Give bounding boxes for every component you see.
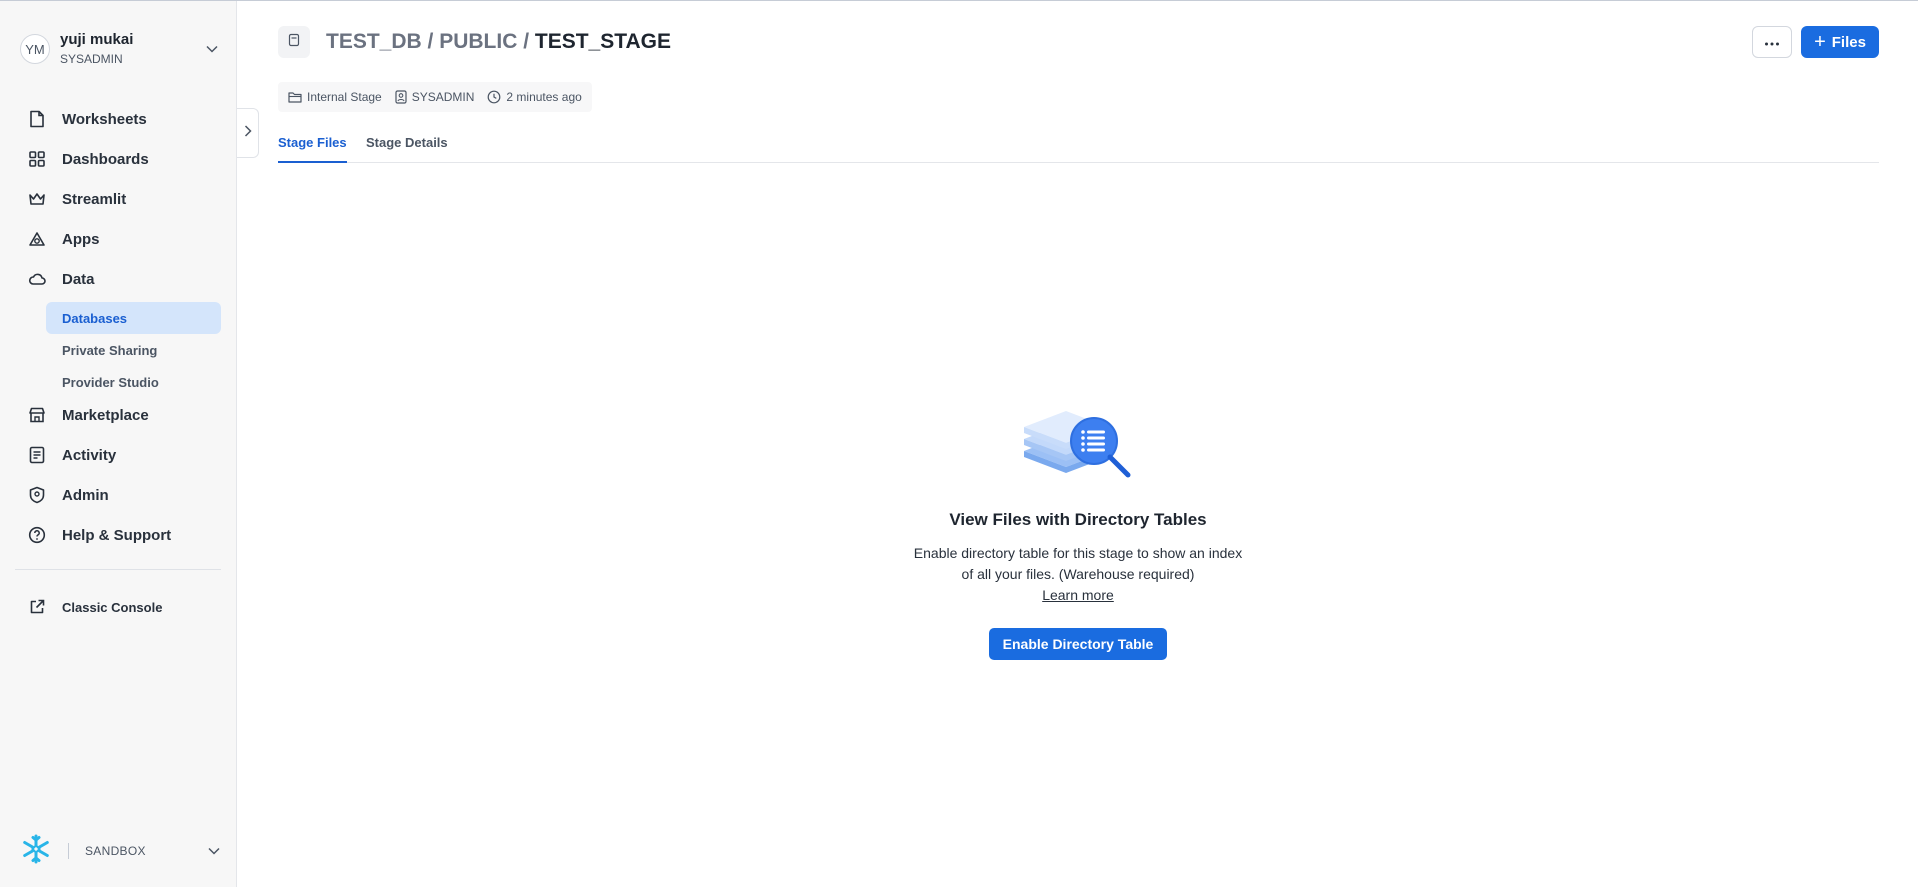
breadcrumb-separator: / — [421, 30, 440, 53]
directory-search-illustration-icon — [1020, 405, 1136, 486]
activity-icon — [28, 446, 46, 464]
store-icon — [28, 406, 46, 424]
user-role: SYSADMIN — [60, 52, 123, 66]
nav-item-streamlit[interactable]: Streamlit — [28, 187, 126, 211]
sidebar-item-provider-studio[interactable]: Provider Studio — [46, 366, 221, 398]
nav-label: Worksheets — [62, 110, 147, 128]
stage-tabs: Stage Files Stage Details — [278, 131, 1879, 163]
page-title: TEST_STAGE — [534, 30, 672, 53]
nav-label: Dashboards — [62, 150, 149, 168]
stage-icon — [288, 33, 300, 52]
empty-state-title: View Files with Directory Tables — [949, 510, 1207, 529]
chevron-down-icon[interactable] — [204, 41, 220, 57]
meta-owner: SYSADMIN — [395, 90, 475, 104]
snowflake-logo-icon — [20, 833, 52, 870]
sidebar-item-private-sharing[interactable]: Private Sharing — [46, 334, 221, 366]
stage-metadata: Internal Stage SYSADMIN 2 minutes ago — [278, 82, 592, 112]
meta-stage-type: Internal Stage — [288, 90, 382, 104]
nav-item-data[interactable]: Data — [28, 267, 95, 291]
tab-stage-details[interactable]: Stage Details — [366, 131, 448, 163]
plus-icon: + — [1814, 31, 1826, 53]
footer-separator — [68, 843, 69, 859]
meta-owner-text: SYSADMIN — [411, 90, 475, 104]
nav-item-admin[interactable]: Admin — [28, 483, 109, 507]
sidebar-divider — [15, 569, 221, 570]
nav-item-dashboards[interactable]: Dashboards — [28, 147, 149, 171]
meta-created-text: 2 minutes ago — [506, 90, 582, 104]
nav-label: Classic Console — [62, 599, 163, 615]
chevron-right-icon — [244, 124, 252, 142]
stage-type-button[interactable] — [278, 26, 310, 58]
crown-icon — [28, 190, 46, 208]
nav-label: Streamlit — [62, 190, 127, 208]
avatar: YM — [20, 34, 50, 64]
user-menu[interactable]: YM yuji mukai SYSADMIN — [20, 29, 220, 69]
breadcrumb-schema[interactable]: PUBLIC — [439, 30, 517, 53]
nav-item-help-support[interactable]: Help & Support — [28, 523, 171, 547]
grid-icon — [28, 150, 46, 168]
more-actions-button[interactable] — [1752, 26, 1792, 58]
breadcrumb-separator: / — [517, 30, 535, 53]
sidebar: YM yuji mukai SYSADMIN Worksheets Dashbo… — [0, 1, 237, 887]
enable-directory-table-button[interactable]: Enable Directory Table — [988, 628, 1168, 660]
sidebar-toggle-button[interactable] — [237, 108, 259, 158]
nav-label: Marketplace — [62, 406, 149, 424]
folder-icon — [288, 92, 302, 103]
nav-item-activity[interactable]: Activity — [28, 443, 116, 467]
meta-created: 2 minutes ago — [487, 90, 582, 104]
account-name: SANDBOX — [85, 844, 146, 858]
sidebar-item-databases[interactable]: Databases — [46, 302, 221, 334]
account-switcher[interactable]: SANDBOX — [20, 833, 220, 870]
nav-label: Data — [62, 270, 95, 288]
cloud-icon — [28, 270, 46, 288]
nav-item-marketplace[interactable]: Marketplace — [28, 403, 149, 427]
add-files-button[interactable]: + Files — [1801, 26, 1879, 58]
chevron-down-icon[interactable] — [208, 842, 220, 860]
top-border — [0, 0, 1918, 1]
shield-icon — [28, 486, 46, 504]
add-files-label: Files — [1831, 33, 1866, 51]
breadcrumb-database[interactable]: TEST_DB — [326, 30, 422, 53]
help-icon — [28, 526, 46, 544]
apps-icon — [28, 230, 46, 248]
nav-label: Admin — [62, 486, 109, 504]
empty-state: View Files with Directory Tables Enable … — [878, 405, 1278, 660]
user-info: yuji mukai SYSADMIN — [60, 31, 204, 67]
nav-item-worksheets[interactable]: Worksheets — [28, 107, 147, 131]
external-link-icon — [28, 598, 46, 616]
document-icon — [28, 110, 46, 128]
nav-item-classic-console[interactable]: Classic Console — [28, 595, 162, 619]
tab-stage-files[interactable]: Stage Files — [278, 131, 347, 163]
nav-label: Help & Support — [62, 526, 172, 544]
user-badge-icon — [395, 90, 407, 104]
ellipsis-icon — [1764, 33, 1780, 51]
empty-state-description: Enable directory table for this stage to… — [913, 545, 1243, 582]
nav-label: Apps — [62, 230, 100, 248]
nav-label: Activity — [62, 446, 117, 464]
user-name: yuji mukai — [60, 31, 134, 48]
breadcrumb: TEST_DB / PUBLIC / TEST_STAGE — [326, 27, 671, 57]
learn-more-link[interactable]: Learn more — [1042, 585, 1114, 606]
meta-stage-type-text: Internal Stage — [307, 90, 382, 104]
clock-icon — [488, 90, 501, 104]
nav-item-apps[interactable]: Apps — [28, 227, 100, 251]
